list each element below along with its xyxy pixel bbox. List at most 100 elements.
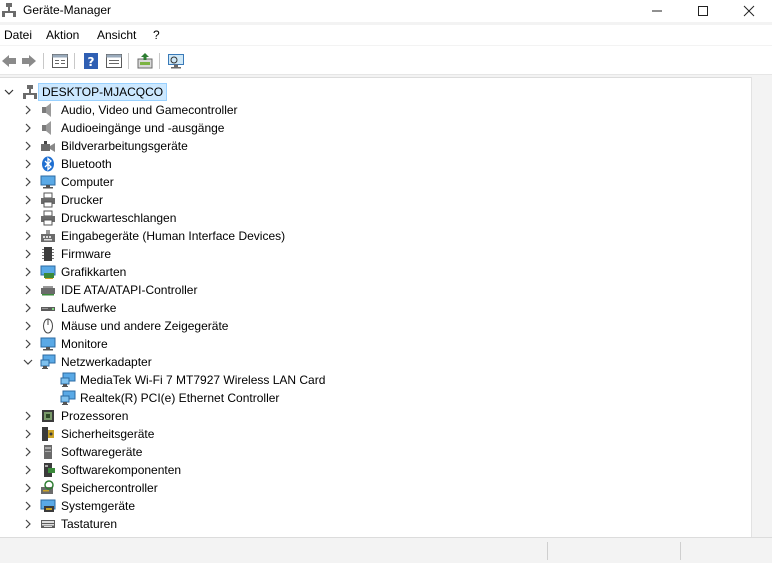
menu-help[interactable]: ? [153,28,160,42]
status-separator [680,542,681,560]
tree-category-label: Softwarekomponenten [61,463,182,477]
tree-category-eingabegeräte-human-interface-devices[interactable]: Eingabegeräte (Human Interface Devices) [0,227,700,245]
tree-category-monitore[interactable]: Monitore [0,335,700,353]
chevron-right-icon[interactable] [23,317,33,335]
tree-category-netzwerkadapter[interactable]: Netzwerkadapter [0,353,700,371]
mouse-icon [43,318,53,334]
network-adapter-icon [60,390,76,405]
update-driver-icon[interactable] [136,52,154,70]
tree-device-item[interactable]: Realtek(R) PCI(e) Ethernet Controller [0,389,700,407]
toolbar: ? [0,46,772,75]
tree-category-grafikkarten[interactable]: Grafikkarten [0,263,700,281]
speaker-icon [42,121,51,135]
forward-arrow-icon[interactable] [20,52,38,70]
tree-category-label: Netzwerkadapter [61,355,152,369]
tree-category-label: Eingabegeräte (Human Interface Devices) [61,229,286,243]
tree-category-softwaregeräte[interactable]: Softwaregeräte [0,443,700,461]
show-hide-tree-icon[interactable] [105,52,123,70]
tree-category-label: Grafikkarten [61,265,127,279]
chevron-right-icon[interactable] [23,227,33,245]
close-button[interactable] [726,0,772,22]
minimize-button[interactable] [634,0,680,22]
tree-category-label: Audio, Video und Gamecontroller [61,103,238,117]
menu-ansicht[interactable]: Ansicht [97,28,136,42]
chevron-right-icon[interactable] [23,443,33,461]
tree-category-prozessoren[interactable]: Prozessoren [0,407,700,425]
device-manager-icon [2,3,16,17]
chevron-right-icon[interactable] [23,479,33,497]
window-title: Geräte-Manager [23,3,112,17]
tree-root-label[interactable]: DESKTOP-MJACQCO [38,83,168,101]
chevron-right-icon[interactable] [23,245,33,263]
chevron-down-icon[interactable] [23,353,33,371]
tree-category-sicherheitsgeräte[interactable]: Sicherheitsgeräte [0,425,700,443]
tree-category-systemgeräte[interactable]: Systemgeräte [0,497,700,515]
software-component-icon [44,463,55,477]
chevron-right-icon[interactable] [23,281,33,299]
tree-category-label: Drucker [61,193,104,207]
bluetooth-icon [42,156,54,172]
properties-icon[interactable] [51,52,69,70]
help-icon[interactable]: ? [82,52,100,70]
chevron-right-icon[interactable] [23,173,33,191]
chevron-right-icon[interactable] [23,137,33,155]
tree-category-audio-video-und-gamecontroller[interactable]: Audio, Video und Gamecontroller [0,101,700,119]
tree-root[interactable]: DESKTOP-MJACQCO [0,83,200,101]
maximize-button[interactable] [680,0,726,22]
chevron-right-icon[interactable] [23,335,33,353]
chevron-right-icon[interactable] [23,461,33,479]
status-bar [0,537,772,563]
network-adapter-icon [60,372,76,387]
tree-category-label: Computer [61,175,114,189]
menu-aktion[interactable]: Aktion [46,28,79,42]
monitor-icon [40,175,56,189]
tree-category-drucker[interactable]: Drucker [0,191,700,209]
device-tree: DESKTOP-MJACQCO Audio, Video und Gamecon… [0,77,751,537]
tree-category-label: Tastaturen [61,517,118,531]
close-icon [743,5,755,17]
tree-category-label: Speichercontroller [61,481,158,495]
toolbar-separator [159,53,160,69]
tree-category-speichercontroller[interactable]: Speichercontroller [0,479,700,497]
camera-icon [41,141,55,152]
chevron-right-icon[interactable] [23,119,33,137]
menu-datei[interactable]: Datei [4,28,32,42]
chevron-right-icon[interactable] [23,425,33,443]
toolbar-separator [74,53,75,69]
chevron-right-icon[interactable] [23,263,33,281]
svg-text:?: ? [88,55,95,69]
chevron-right-icon[interactable] [23,515,33,533]
tree-category-ide-ata-atapi-controller[interactable]: IDE ATA/ATAPI-Controller [0,281,700,299]
tree-category-laufwerke[interactable]: Laufwerke [0,299,700,317]
tree-category-tastaturen[interactable]: Tastaturen [0,515,700,533]
chevron-right-icon[interactable] [23,101,33,119]
scan-hardware-icon[interactable] [167,52,185,70]
chevron-right-icon[interactable] [23,155,33,173]
drive-icon [41,307,55,311]
chevron-right-icon[interactable] [23,497,33,515]
chevron-right-icon[interactable] [23,209,33,227]
tree-device-label: Realtek(R) PCI(e) Ethernet Controller [80,391,280,405]
tree-category-label: Prozessoren [61,409,129,423]
tree-category-label: Druckwarteschlangen [61,211,177,225]
tree-category-audioeingänge-und-ausgänge[interactable]: Audioeingänge und -ausgänge [0,119,700,137]
tree-category-bildverarbeitungsgeräte[interactable]: Bildverarbeitungsgeräte [0,137,700,155]
tree-category-label: Laufwerke [61,301,117,315]
tree-category-bluetooth[interactable]: Bluetooth [0,155,700,173]
tree-category-druckwarteschlangen[interactable]: Druckwarteschlangen [0,209,700,227]
tree-category-computer[interactable]: Computer [0,173,700,191]
system-device-icon [40,499,56,512]
tree-category-label: Bluetooth [61,157,112,171]
tree-device-item[interactable]: MediaTek Wi-Fi 7 MT7927 Wireless LAN Car… [0,371,700,389]
title-bar: Geräte-Manager [0,0,772,22]
tree-category-softwarekomponenten[interactable]: Softwarekomponenten [0,461,700,479]
tree-device-label: MediaTek Wi-Fi 7 MT7927 Wireless LAN Car… [80,373,326,387]
chevron-right-icon[interactable] [23,407,33,425]
chevron-right-icon[interactable] [23,191,33,209]
chevron-down-icon[interactable] [4,83,14,101]
tree-category-firmware[interactable]: Firmware [0,245,700,263]
tree-category-mäuse-und-andere-zeigegeräte[interactable]: Mäuse und andere Zeigegeräte [0,317,700,335]
back-arrow-icon[interactable] [0,52,18,70]
vertical-scrollbar[interactable] [751,77,772,537]
chevron-right-icon[interactable] [23,299,33,317]
